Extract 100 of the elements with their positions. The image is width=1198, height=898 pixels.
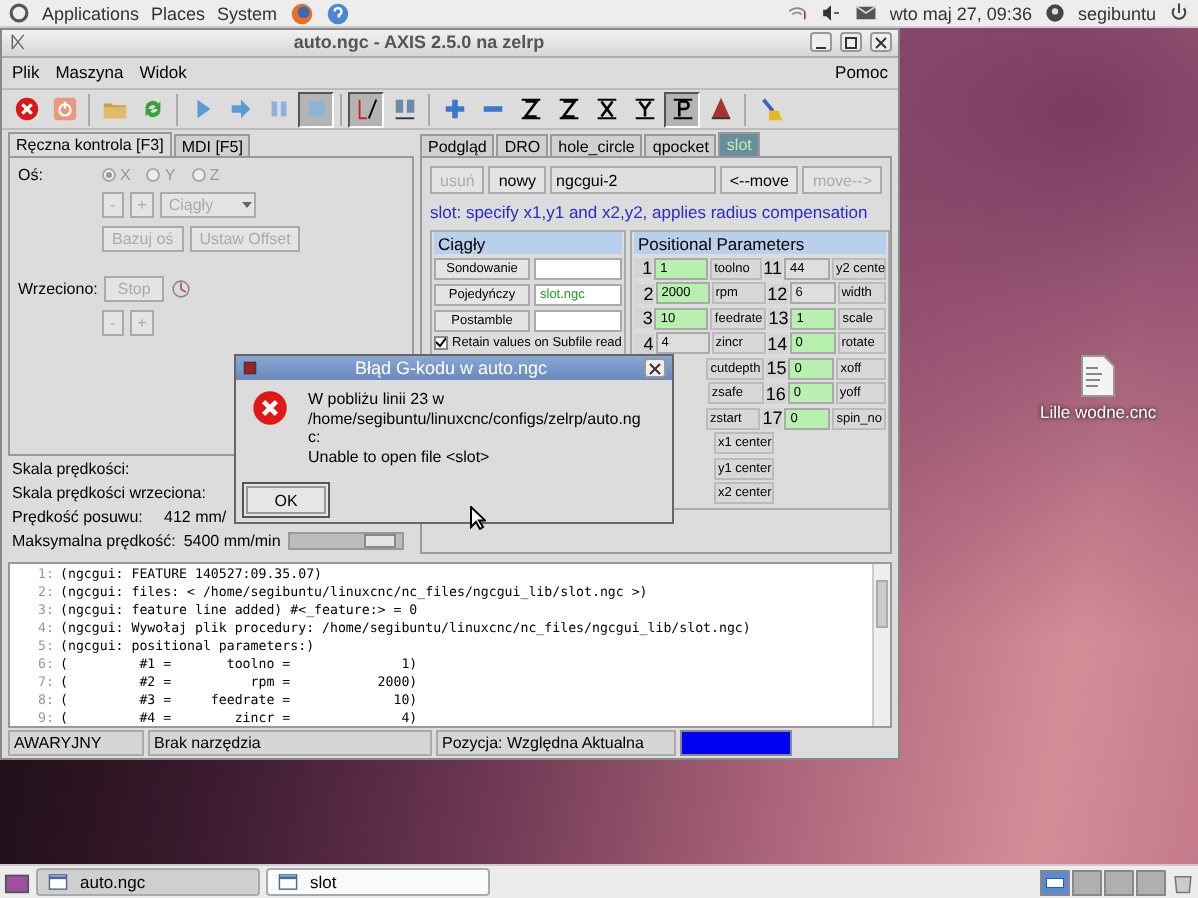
parameter-number: 14 [767, 333, 788, 354]
user-name[interactable]: segibuntu [1077, 3, 1156, 23]
taskbar-item[interactable]: slot [266, 868, 490, 896]
menu-item[interactable]: Maszyna [55, 62, 124, 83]
radio-label: Y [164, 166, 176, 185]
power-icon [51, 96, 77, 123]
arrow-icon [227, 96, 253, 123]
menu-item[interactable]: Widok [139, 62, 187, 83]
gcode-text-area[interactable] [8, 562, 892, 729]
workspace-switcher[interactable] [1104, 869, 1134, 895]
panel-menu[interactable]: System [217, 3, 278, 23]
dialog-message: c: [308, 428, 323, 447]
estop-icon [13, 96, 39, 123]
touch-off-icon [353, 96, 379, 123]
file-icon [1080, 354, 1117, 398]
maximize-button[interactable] [840, 32, 862, 53]
axis-label: Oś: [18, 166, 45, 185]
tab[interactable]: qpocket [644, 134, 717, 157]
parameter-number: 2 [634, 283, 654, 304]
power-icon [1168, 2, 1190, 24]
clock[interactable]: wto maj 27, 09:36 [889, 3, 1032, 23]
taskbar-item[interactable]: auto.ngc [36, 868, 260, 896]
spindle-label: Wrzeciono: [18, 280, 98, 299]
zoom-in-icon [441, 96, 467, 123]
speed-label: Maksymalna prędkość: [12, 531, 176, 550]
checkbox[interactable] [434, 336, 448, 351]
wifi-icon [785, 2, 808, 24]
scrollbar[interactable] [872, 564, 890, 727]
toolbar-button[interactable] [298, 91, 334, 128]
subroutine-info: slot: specify x1,y1 and x2,y2, applies radius compensation [430, 202, 870, 223]
speed-label: Prędkość posuwu: [12, 507, 145, 526]
move-left-button[interactable]: <--move [719, 166, 799, 195]
window-thumbnail-icon [1046, 877, 1064, 887]
view-icon [593, 96, 619, 123]
workspace-switcher[interactable] [1072, 869, 1102, 895]
parameter-number: 13 [768, 308, 789, 329]
minimize-button[interactable] [810, 32, 832, 53]
menu-item[interactable]: Plik [12, 62, 40, 83]
tab[interactable]: Ręczna kontrola [F3] [8, 132, 172, 157]
panel-menu[interactable]: Places [151, 3, 206, 23]
name-field[interactable]: ngcgui-2 [550, 166, 716, 195]
status-field: AWARYJNY [8, 730, 144, 756]
tab[interactable]: hole_circle [550, 134, 643, 157]
parameter-number: 15 [766, 358, 787, 379]
error-icon [252, 390, 288, 426]
ubuntu-logo-icon [8, 2, 30, 24]
parameter-number: 12 [767, 283, 788, 304]
parameter-number: 4 [634, 333, 654, 354]
view-icon [669, 96, 695, 123]
view-icon [631, 96, 657, 123]
close-button[interactable] [870, 32, 892, 53]
dialog-message: W pobliżu linii 23 w [308, 390, 447, 409]
slider-thumb[interactable] [364, 533, 397, 548]
dialog-message: /home/segibuntu/linuxcnc/configs/zelrp/auto.ng [308, 409, 641, 428]
speed-value: 412 mm/ [164, 507, 227, 526]
tab[interactable]: MDI [F5] [173, 134, 251, 157]
close-button[interactable] [644, 358, 666, 378]
tab[interactable]: DRO [496, 134, 549, 157]
show-desktop-icon [4, 869, 30, 895]
toolbar-button[interactable] [348, 91, 384, 128]
toolbar-button[interactable] [664, 91, 700, 128]
file-field[interactable] [534, 258, 622, 281]
dialog-title: Błąd G-kodu w auto.ngc [352, 358, 550, 378]
maximize-icon [844, 35, 858, 50]
radio-label: X [120, 166, 131, 185]
speed-slider[interactable] [288, 531, 405, 550]
ok-button[interactable]: OK [242, 482, 330, 518]
window-icon [48, 872, 68, 892]
volume-icon [819, 2, 842, 24]
new-button[interactable]: nowy [488, 166, 547, 195]
caret-icon [240, 198, 255, 213]
brush-icon [757, 96, 783, 123]
close-icon [874, 35, 888, 50]
speed-label: Skala prędkości wrzeciona: [12, 483, 206, 502]
desktop-file-label[interactable]: Lille wodne.cnc [1040, 402, 1157, 422]
workspace-switcher[interactable] [1136, 869, 1166, 895]
mail-icon [853, 2, 878, 24]
speed-label: Skala prędkości: [12, 459, 132, 478]
parameter-number: 1 [634, 258, 653, 279]
spindle-icon [170, 278, 193, 301]
window-menu-icon [242, 360, 258, 376]
status-field: Brak narzędzia [148, 730, 432, 756]
tab[interactable]: Podgląd [420, 134, 495, 157]
section-header: Positional Parameters [634, 232, 886, 255]
menu-item[interactable]: Pomoc [835, 62, 888, 83]
file-field[interactable] [534, 310, 622, 333]
help-icon [325, 1, 350, 25]
ml-icon [391, 96, 417, 123]
cone-icon [707, 96, 733, 123]
section-header: Ciągły [434, 232, 622, 255]
cursor-icon [470, 506, 486, 530]
radio-label: Z [209, 166, 220, 185]
status-field: Pozycja: Względna Aktualna [436, 730, 676, 756]
browser-icon [289, 1, 314, 25]
window-icon [278, 872, 298, 892]
window-title: auto.ngc - AXIS 2.5.0 na zelrp [291, 32, 547, 53]
parameter-number: 17 [762, 408, 783, 429]
panel-menu[interactable]: Applications [42, 3, 140, 23]
workspace-switcher[interactable] [1040, 869, 1070, 895]
parameter-number: 3 [634, 308, 653, 329]
